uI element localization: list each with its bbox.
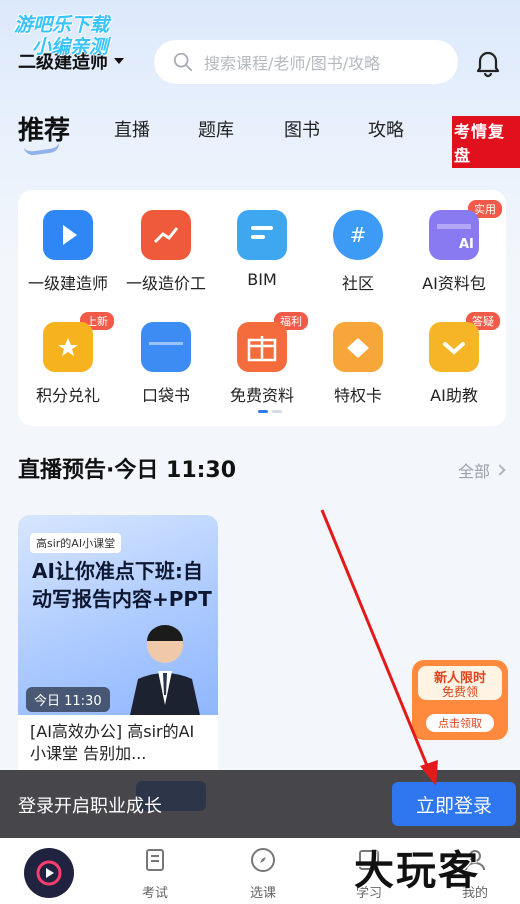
grid-item-label: 特权卡 (333, 386, 382, 405)
nav-courses[interactable]: 选课 (228, 846, 298, 901)
nav-courses-label: 选课 (249, 886, 276, 901)
shopping-bag-icon (43, 322, 93, 372)
grid-item-label: AI助教 (430, 386, 478, 405)
tab-recommend[interactable]: 推荐 (18, 110, 70, 147)
cover-tag: 高sir的AI小课堂 (30, 533, 122, 553)
newcomer-promo-badge[interactable]: 新人限时 免费领 点击领取 (404, 654, 514, 746)
gift-icon (237, 322, 287, 372)
search-placeholder: 搜索课程/老师/图书/攻略 (204, 54, 381, 73)
search-icon (173, 52, 193, 72)
compass-icon (251, 848, 275, 872)
watermark-overlay: 游吧乐下载 小编亲测 (14, 14, 154, 58)
see-all-label: 全部 (458, 462, 491, 481)
watermark-line-1: 游吧乐下载 (14, 14, 110, 36)
chart-icon (141, 210, 191, 260)
grid-item-label: 免费资料 (229, 386, 294, 405)
grid-item-label: 一级建造师 (27, 274, 108, 293)
cover-headline: AI让你准点下班:自动写报告内容+PPT (32, 559, 212, 611)
document-icon (146, 849, 164, 871)
live-description: [AI高效办公] 高sir的AI小课堂 告别加... (30, 722, 195, 763)
tab-question-bank[interactable]: 题库 (198, 116, 234, 142)
grid-item-label: 社区 (341, 274, 374, 293)
tab-guides[interactable]: 攻略 (368, 116, 404, 142)
grid-item-label: 一级造价工 (125, 274, 206, 293)
gift-ai-icon: AI (429, 210, 479, 260)
tab-live[interactable]: 直播 (114, 116, 150, 142)
login-prompt-bar: 登录开启职业成长 立即登录 (0, 770, 520, 838)
grid-item-points-gift[interactable]: 上新 积分兑礼 (18, 312, 118, 422)
exam-review-tag[interactable]: 考情复盘 (452, 116, 520, 168)
grid-item-free-material[interactable]: 福利 免费资料 (212, 312, 312, 422)
grid-item-label: BIM (247, 270, 277, 289)
document-icon (237, 210, 287, 260)
grid-item-constructor-1[interactable]: 一级建造师 (18, 210, 118, 310)
bell-icon[interactable] (472, 46, 504, 78)
nav-exam-label: 考试 (141, 886, 168, 901)
grid-item-privilege-card[interactable]: 特权卡 (308, 322, 408, 422)
home-logo-icon (36, 860, 62, 886)
search-input[interactable]: 搜索课程/老师/图书/攻略 (154, 40, 458, 84)
promo-button: 点击领取 (438, 717, 482, 730)
grid-item-ai-pack[interactable]: 实用 AI AI资料包 (404, 200, 504, 310)
svg-text:AI: AI (459, 237, 474, 252)
feature-grid: 一级建造师 一级造价工 BIM # 社区 实用 AI AI资料包 上新 积分兑礼 (18, 190, 506, 426)
page-dot-active (258, 410, 268, 413)
category-tabs: 推荐 直播 题库 图书 攻略 (18, 108, 518, 157)
grid-item-label: 积分兑礼 (35, 386, 100, 405)
folder-icon (141, 322, 191, 372)
nav-home[interactable] (24, 848, 74, 898)
grid-item-pocket-book[interactable]: 口袋书 (116, 322, 216, 422)
grid-page-indicator (258, 410, 282, 413)
login-button[interactable]: 立即登录 (392, 782, 516, 826)
live-time-chip: 今日 11:30 (26, 687, 110, 712)
live-preview-title: 直播预告·今日 11:30 (18, 458, 237, 483)
brand-watermark: 大玩客 (354, 848, 480, 894)
grid-item-ai-assistant[interactable]: 答疑 AI助教 (404, 312, 504, 422)
page-dot (272, 410, 282, 413)
see-all-link[interactable]: 全部 (458, 458, 506, 482)
login-prompt-text: 登录开启职业成长 (18, 796, 162, 817)
grid-item-label: 口袋书 (141, 386, 190, 405)
play-icon (43, 210, 93, 260)
grid-item-bim[interactable]: BIM (212, 210, 312, 310)
promo-line-2: 免费领 (442, 684, 478, 699)
promo-line-1: 新人限时 (434, 670, 486, 686)
diamond-card-icon (333, 322, 383, 372)
tab-books[interactable]: 图书 (284, 116, 320, 142)
chevron-right-icon (494, 464, 506, 476)
chat-hash-icon: # (333, 210, 383, 260)
presenter-image (130, 625, 200, 715)
svg-text:#: # (350, 223, 367, 247)
watermark-line-2: 小编亲测 (32, 36, 109, 58)
nav-exam[interactable]: 考试 (120, 846, 190, 901)
grid-item-community[interactable]: # 社区 (308, 210, 408, 310)
live-cover-image: 高sir的AI小课堂 AI让你准点下班:自动写报告内容+PPT 今日 11:30 (18, 515, 218, 715)
caret-down-icon (114, 58, 124, 64)
crown-icon (429, 322, 479, 372)
grid-item-cost-engineer[interactable]: 一级造价工 (116, 210, 216, 310)
grid-item-label: AI资料包 (422, 274, 486, 293)
